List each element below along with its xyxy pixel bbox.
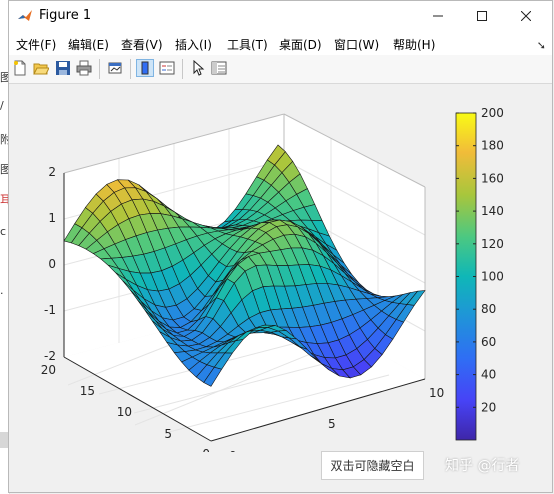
colorbar-tick-label: 100	[481, 270, 504, 284]
y-tick-label: 5	[164, 427, 172, 441]
colorbar-tick-label: 160	[481, 171, 504, 185]
colorbar-tick-label: 180	[481, 139, 504, 153]
window-title: Figure 1	[39, 8, 92, 23]
toolbar-separator	[182, 59, 183, 79]
close-icon	[521, 11, 531, 21]
dock-arrow-icon[interactable]: ➘	[537, 39, 546, 52]
menu-window[interactable]: 窗口(W)	[334, 36, 379, 53]
colorbar-tick-label: 20	[481, 400, 496, 414]
axes-3d[interactable]: 2 1 0 -1 -2 20 15 10 5 0 0 5 10 20018016…	[0, 82, 554, 452]
y-tick-label: 15	[80, 384, 95, 398]
figure-toolbar	[9, 55, 552, 84]
print-button[interactable]	[75, 59, 93, 77]
x-tick-label: 0	[229, 449, 237, 452]
y-tick-label: 0	[202, 447, 210, 452]
z-tick-label: 2	[48, 165, 56, 179]
maximize-icon	[477, 11, 487, 21]
insert-colorbar-icon	[141, 61, 149, 75]
toolbar-separator	[130, 59, 131, 79]
x-tick-label: 5	[328, 417, 336, 431]
colorbar-tick-label: 60	[481, 335, 496, 349]
z-tick-label: 1	[48, 211, 56, 225]
property-editor-button[interactable]	[210, 59, 228, 77]
property-editor-icon	[211, 61, 227, 75]
colorbar-tick-label: 120	[481, 237, 504, 251]
y-tick-label: 10	[117, 405, 132, 419]
save-icon	[56, 61, 70, 75]
menu-view[interactable]: 查看(V)	[121, 36, 163, 53]
colorbar-tick-label: 200	[481, 106, 504, 120]
close-button[interactable]	[504, 1, 548, 31]
menu-tools[interactable]: 工具(T)	[227, 36, 268, 53]
colorbar-tick-label: 140	[481, 204, 504, 218]
insert-colorbar-button[interactable]	[136, 59, 154, 77]
link-plot-icon	[108, 62, 122, 74]
insert-legend-button[interactable]	[158, 59, 176, 77]
menu-edit[interactable]: 编辑(E)	[68, 36, 109, 53]
z-tick-label: 0	[48, 257, 56, 271]
toolbar-separator	[99, 59, 100, 79]
pointer-button[interactable]	[189, 59, 207, 77]
print-icon	[76, 60, 92, 76]
matlab-logo-icon	[17, 8, 33, 24]
maximize-button[interactable]	[460, 1, 504, 31]
menu-bar: 文件(F) 编辑(E) 查看(V) 插入(I) 工具(T) 桌面(D) 窗口(W…	[9, 31, 552, 55]
menu-file[interactable]: 文件(F)	[16, 36, 56, 53]
colorbar-tick-label: 80	[481, 302, 496, 316]
hide-whitespace-button[interactable]: 双击可隐藏空白	[321, 451, 424, 480]
x-tick-label: 10	[429, 386, 444, 400]
menu-insert[interactable]: 插入(I)	[175, 36, 212, 53]
insert-legend-icon	[159, 61, 175, 75]
new-figure-button[interactable]	[11, 59, 29, 77]
save-button[interactable]	[54, 59, 72, 77]
pointer-icon	[193, 60, 205, 76]
title-bar: Figure 1	[9, 1, 552, 31]
link-plot-button[interactable]	[106, 59, 124, 77]
open-file-button[interactable]	[32, 59, 50, 77]
colorbar-tick-label: 40	[481, 368, 496, 382]
z-tick-label: -2	[44, 349, 56, 363]
y-tick-label: 20	[41, 363, 56, 377]
new-figure-icon	[14, 60, 26, 76]
z-axis-ticks: 2 1 0 -1 -2	[44, 165, 56, 363]
menu-desktop[interactable]: 桌面(D)	[279, 36, 322, 53]
z-tick-label: -1	[44, 303, 56, 317]
watermark: 知乎 @行者	[445, 458, 520, 474]
menu-help[interactable]: 帮助(H)	[393, 36, 435, 53]
minimize-icon	[433, 15, 443, 17]
minimize-button[interactable]	[416, 1, 460, 31]
open-file-icon	[33, 63, 49, 75]
